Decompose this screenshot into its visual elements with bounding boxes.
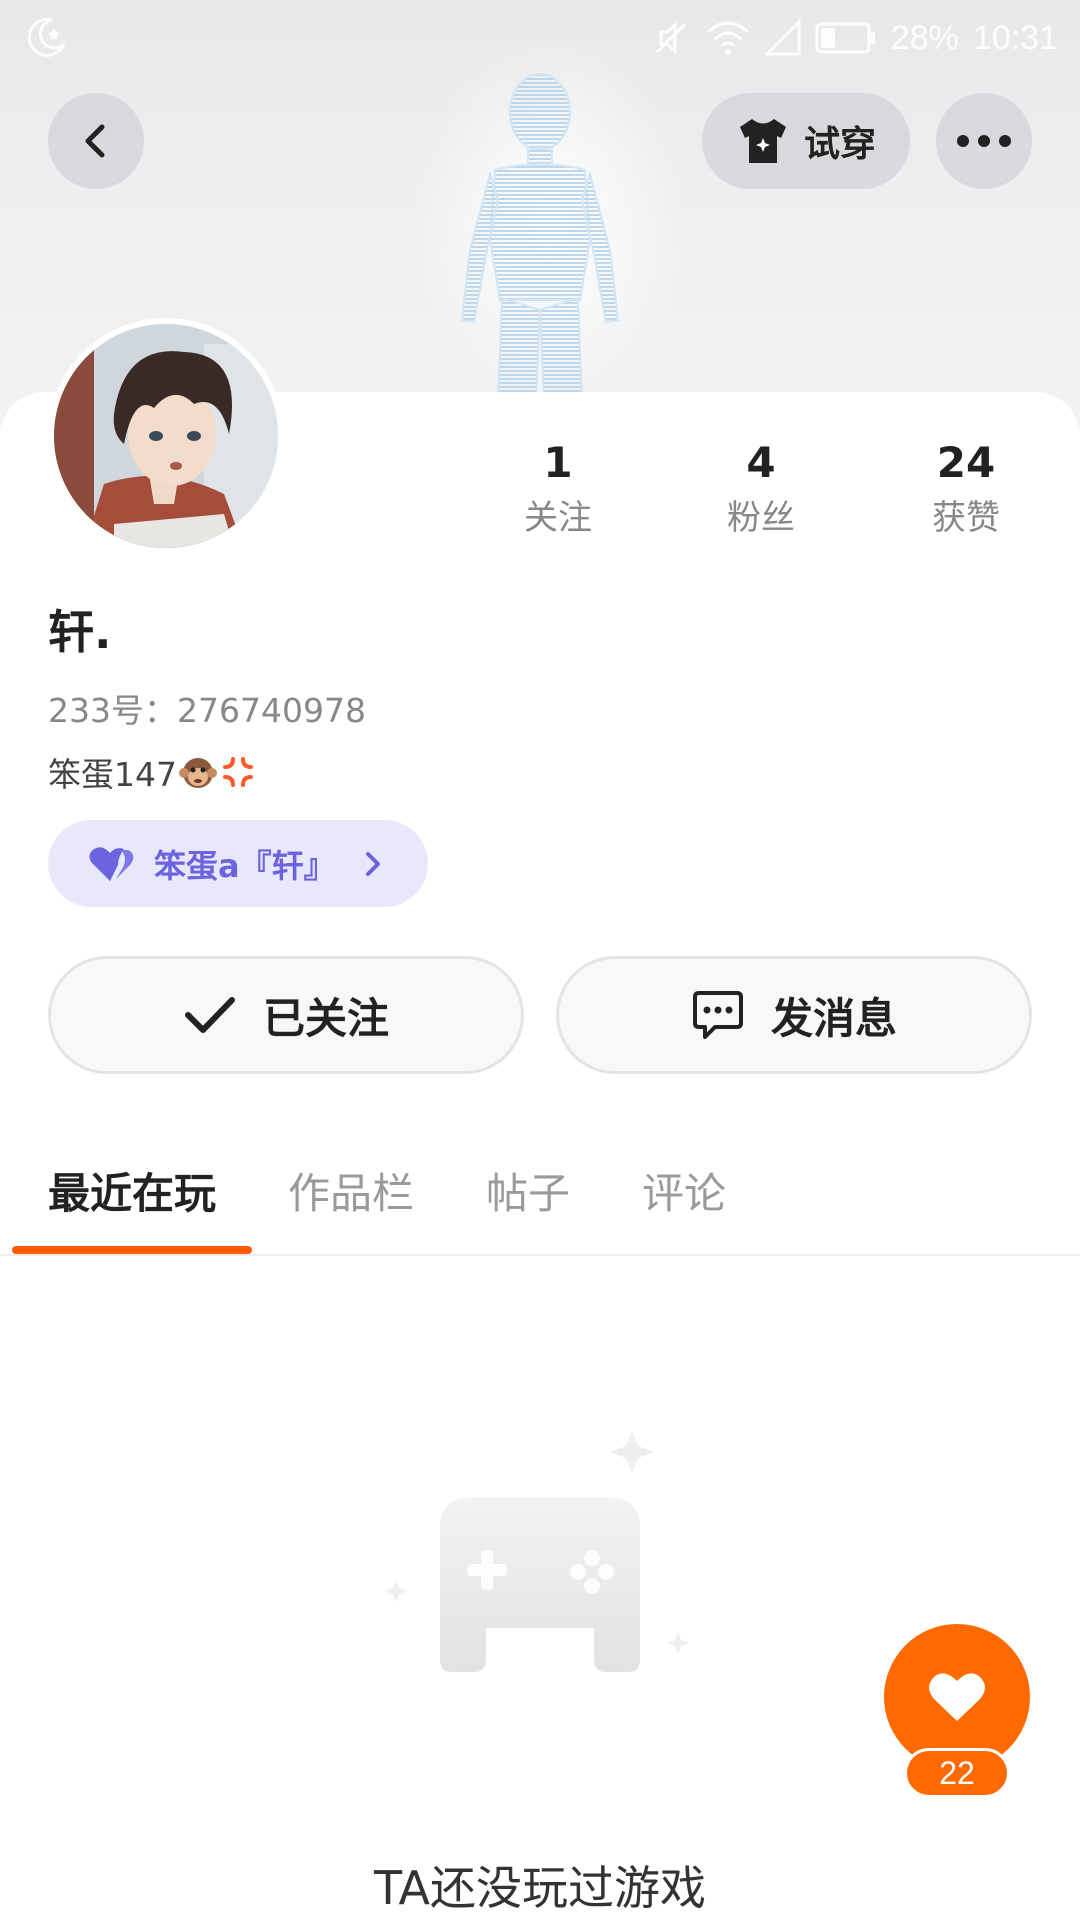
stat-likes[interactable]: 24 获赞 [886,436,1046,542]
tab-divider [0,1254,1080,1256]
tab-works[interactable]: 作品栏 [288,1160,414,1221]
username: 轩. [48,605,112,659]
moon-icon [27,17,66,57]
more-button[interactable] [936,93,1032,189]
user-id: 233号：276740978 [48,691,366,730]
tab-posts[interactable]: 帖子 [486,1160,570,1221]
avatar-hologram [460,73,620,400]
back-button[interactable] [48,93,144,189]
send-message-label: 发消息 [770,993,897,1043]
heart-icon [929,1673,985,1721]
chat-bubble-icon [692,991,743,1039]
mute-icon [655,21,686,55]
stat-value: 4 [746,438,776,487]
stat-value: 1 [543,438,573,487]
battery-percent: 28% [890,18,959,57]
heart-pair-icon [89,846,134,881]
profile-tabs: 最近在玩 作品栏 帖子 评论 [0,1152,1080,1256]
avatar-image [54,324,278,548]
club-label: 笨蛋a『轩』 [154,846,336,885]
wifi-icon [706,21,749,55]
check-icon [184,997,235,1033]
anger-emoji [223,757,253,787]
try-on-label: 试穿 [803,124,876,165]
battery-icon [815,22,875,54]
send-message-button[interactable]: 发消息 [556,956,1032,1074]
stat-value: 24 [936,438,996,487]
monkey-emoji [179,758,217,788]
tab-recently-played[interactable]: 最近在玩 [48,1160,216,1221]
tab-comments[interactable]: 评论 [642,1160,726,1221]
gamepad-icon [385,1430,689,1672]
user-bio: 笨蛋147 [48,748,257,796]
try-on-button[interactable]: 试穿 [702,93,910,189]
more-dots-icon [957,135,1011,147]
bio-text: 笨蛋147 [48,755,177,794]
stat-label: 关注 [524,498,592,538]
stat-following[interactable]: 1 关注 [478,436,638,542]
tshirt-icon [739,119,786,163]
status-time: 10:31 [972,18,1058,57]
followed-label: 已关注 [262,993,389,1043]
stat-label: 获赞 [932,498,1000,538]
like-count-badge: 22 [904,1748,1010,1798]
chevron-right-icon [365,851,380,876]
stat-fans[interactable]: 4 粉丝 [681,436,841,542]
avatar[interactable] [48,318,284,554]
chevron-left-icon [85,124,105,158]
empty-state-text: TA还没玩过游戏 [374,1861,706,1915]
stat-label: 粉丝 [727,498,795,538]
signal-icon [764,18,801,56]
status-bar: 28% 10:31 [0,0,1080,84]
followed-button[interactable]: 已关注 [48,956,524,1074]
club-badge[interactable]: 笨蛋a『轩』 [48,820,428,907]
tab-active-indicator [12,1246,252,1254]
